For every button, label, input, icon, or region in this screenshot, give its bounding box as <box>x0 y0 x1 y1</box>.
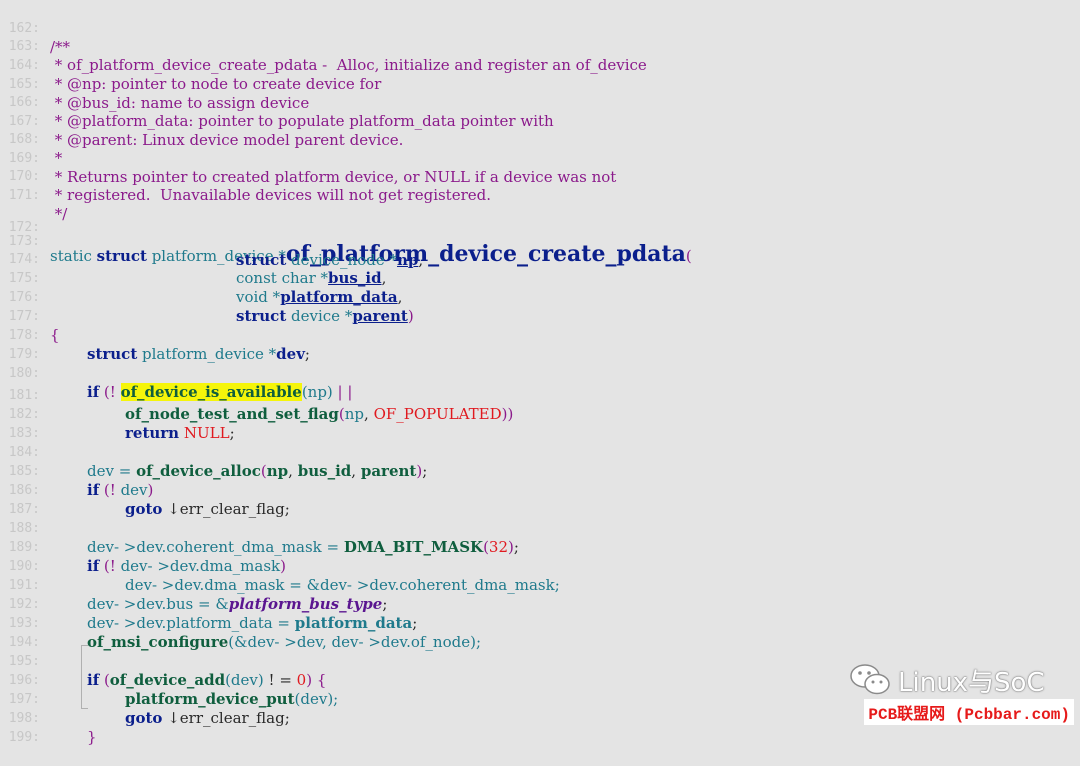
code-line: 184: dev = of_device_alloc(np, bus_id, p… <box>0 424 1080 480</box>
code-line: 162: /** <box>0 0 1080 56</box>
code-line: 166: * @platform_data: pointer to popula… <box>0 74 1080 130</box>
watermark-text: Linux与SoC <box>898 667 1045 698</box>
code-line: 185: if (! dev) <box>0 443 1080 499</box>
code-line: 177: { <box>0 288 1080 344</box>
code-line: 190: dev- >dev.dma_mask = &dev- >dev.coh… <box>0 538 1080 594</box>
code-line: 169: * Returns pointer to created platfo… <box>0 130 1080 186</box>
code-line: 168: * <box>0 111 1080 167</box>
wechat-icon <box>850 664 890 695</box>
code-line: 163: * of_platform_device_create_pdata -… <box>0 18 1080 74</box>
watermark: Linux与SoC <box>848 660 1045 700</box>
brace: } <box>87 728 97 746</box>
code-line: 186: goto ↓err_clear_flag; <box>0 462 1080 518</box>
code-line: 164: * @np: pointer to node to create de… <box>0 37 1080 93</box>
line-number: 199: <box>8 730 40 745</box>
block-guide <box>81 645 88 709</box>
code-line: 193: of_msi_configure(&dev- >dev, dev- >… <box>0 595 1080 651</box>
code-line: 178: struct platform_device *dev; <box>0 307 1080 363</box>
code-line: 181: of_node_test_and_set_flag(np, OF_PO… <box>0 367 1080 423</box>
code-line: 180: if (! of_device_is_available(np) | … <box>0 345 1080 401</box>
code-line: 183: <box>0 405 1080 441</box>
code-line: 176: struct device *parent) <box>0 269 1080 325</box>
code-line: 182: return NULL; <box>0 386 1080 442</box>
code-line: 187: <box>0 481 1080 517</box>
code-line: 179: <box>0 326 1080 362</box>
code-line: 175: void *platform_data, <box>0 250 1080 306</box>
code-line: 171: */ <box>0 167 1080 223</box>
code-line: 170: * registered. Unavailable devices w… <box>0 148 1080 204</box>
code-line: 165: * @bus_id: name to assign device <box>0 56 1080 112</box>
code-line: 188: dev- >dev.coherent_dma_mask = DMA_B… <box>0 500 1080 556</box>
code-line: 195: if (of_device_add(dev) ! = 0) { <box>0 633 1080 689</box>
code-line: 192: dev- >dev.platform_data = platform_… <box>0 576 1080 632</box>
site-watermark: PCB联盟网 (Pcbbar.com) <box>864 699 1074 725</box>
code-line: 174: const char *bus_id, <box>0 231 1080 287</box>
code-line: 194: <box>0 614 1080 650</box>
code-line: 191: dev- >dev.bus = &platform_bus_type; <box>0 557 1080 613</box>
code-line: 173: struct device_node *np, <box>0 213 1080 269</box>
code-line: 167: * @parent: Linux device model paren… <box>0 93 1080 149</box>
code-line: 189: if (! dev- >dev.dma_mask) <box>0 519 1080 575</box>
code-line: 172: static struct platform_device *of_p… <box>0 187 1080 267</box>
